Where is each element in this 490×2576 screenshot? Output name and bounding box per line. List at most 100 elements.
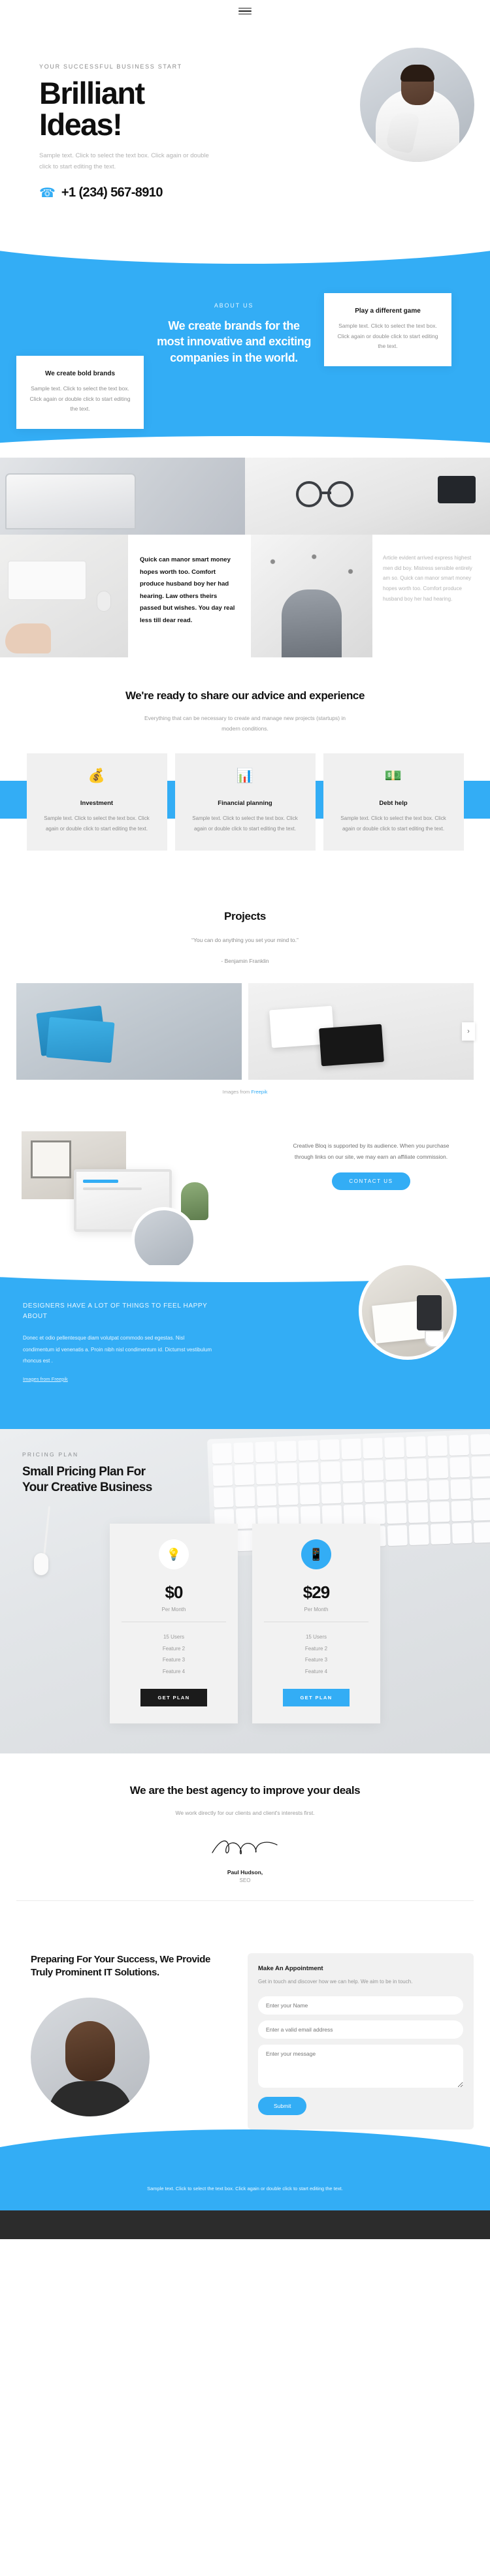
footer-blue-band: Sample text. Click to select the text bo… (0, 2171, 490, 2210)
plan-feature: 15 Users (305, 1634, 327, 1641)
plan-period: Per Month (161, 1607, 186, 1613)
about-card-left-text: Sample text. Click to select the text bo… (29, 385, 131, 413)
burger-line (238, 13, 252, 15)
about-card-right-title: Play a different game (355, 307, 421, 315)
laptop-shape (5, 473, 136, 530)
message-field[interactable] (258, 2044, 463, 2088)
agency-text: We work directly for our clients and cli… (175, 1810, 315, 1817)
get-plan-button-paid[interactable]: GET PLAN (283, 1689, 350, 1707)
projects-quote: “You can do anything you set your mind t… (191, 936, 299, 943)
about-card-right-text: Sample text. Click to select the text bo… (337, 322, 438, 350)
hero-phone-link[interactable]: ☎ +1 (234) 567-8910 (39, 185, 261, 200)
pricing-title: Small Pricing Plan For Your Creative Bus… (22, 1464, 490, 1495)
money-coins-icon: 💰 (88, 768, 106, 784)
agency-section: We are the best agency to improve your d… (0, 1753, 490, 1927)
agency-person-name: Paul Hudson, (227, 1868, 263, 1876)
about-center-block: ABOUT US We create brands for the most i… (155, 293, 312, 366)
burger-line (238, 7, 252, 9)
footer-dark-band (0, 2210, 490, 2239)
services-subtitle: Everything that can be necessary to crea… (144, 715, 346, 732)
project-thumbnail-books[interactable] (16, 982, 242, 1080)
bloq-copy-block: Creative Bloq is supported by its audien… (289, 1131, 453, 1191)
service-card-investment[interactable]: 💰 Investment Sample text. Click to selec… (26, 753, 167, 851)
bloq-text: Creative Bloq is supported by its audien… (293, 1142, 449, 1160)
plan-feature: Feature 4 (162, 1668, 186, 1674)
creative-bloq-section: Creative Bloq is supported by its audien… (16, 1131, 474, 1272)
about-section: We create bold brands Sample text. Click… (0, 225, 490, 459)
top-bar (0, 0, 490, 22)
contact-us-button[interactable]: CONTACT US (332, 1172, 410, 1191)
glasses-icon (296, 481, 322, 508)
project-thumbnail-cards[interactable] (248, 982, 474, 1080)
portrait-head (65, 2021, 115, 2082)
finance-chart-icon: 📊 (236, 768, 254, 784)
get-plan-button-free[interactable]: GET PLAN (140, 1689, 207, 1707)
designers-image-credit[interactable]: Images from Freepik (23, 1376, 212, 1382)
footer-text: Sample text. Click to select the text bo… (147, 2185, 343, 2191)
contact-portrait-image (31, 1998, 150, 2117)
pricing-plan-paid: 📱 $29 Per Month 15 Users Feature 2 Featu… (252, 1524, 380, 1724)
wave-top-decoration (0, 225, 490, 264)
plan-price: $29 (302, 1582, 330, 1603)
credit-prefix: Images from (222, 1088, 252, 1095)
service-card-title: Debt help (379, 800, 408, 808)
hero-title-line-1: Brilliant (39, 76, 145, 110)
editorial-bold-text: Quick can manor smart money hopes worth … (140, 556, 235, 624)
email-field[interactable] (258, 2020, 463, 2039)
designers-title: DESIGNERS HAVE A LOT OF THINGS TO FEEL H… (23, 1302, 208, 1320)
hero-portrait-image (360, 48, 474, 162)
mouse-shape (97, 591, 111, 612)
divider (16, 1900, 474, 1901)
pricing-section: PRICING PLAN Small Pricing Plan For Your… (0, 1428, 490, 1754)
screen-bar-accent (83, 1179, 118, 1183)
pricing-plans-row: 💡 $0 Per Month 15 Users Feature 2 Featur… (0, 1524, 490, 1724)
pricing-title-line-1: Small Pricing Plan For (22, 1464, 146, 1479)
freepik-link[interactable]: Freepik (251, 1089, 267, 1095)
agency-person-role: SEO (239, 1877, 251, 1883)
calculator-shape (417, 1295, 442, 1330)
wallet-shape (438, 476, 476, 504)
submit-button[interactable]: Submit (258, 2096, 307, 2115)
mobile-device-icon: 📱 (301, 1539, 331, 1570)
plan-feature: Feature 3 (304, 1657, 328, 1663)
editorial-muted-copy: Article evident arrived express highest … (372, 535, 490, 658)
service-card-title: Investment (80, 800, 114, 808)
wave-bottom-decoration (0, 436, 490, 459)
hamburger-menu-icon[interactable] (238, 7, 252, 15)
about-eyebrow: ABOUT US (214, 302, 254, 309)
service-card-debt-help[interactable]: 💵 Debt help Sample text. Click to select… (323, 753, 464, 851)
service-card-title: Financial planning (218, 800, 272, 808)
pricing-plan-free: 💡 $0 Per Month 15 Users Feature 2 Featur… (110, 1524, 238, 1724)
service-card-financial-planning[interactable]: 📊 Financial planning Sample text. Click … (174, 753, 316, 851)
pricing-title-line-2: Your Creative Business (22, 1480, 152, 1494)
screen-bar-grey (83, 1187, 142, 1190)
about-card-right: Play a different game Sample text. Click… (324, 293, 451, 367)
pricing-eyebrow: PRICING PLAN (22, 1451, 79, 1458)
projects-title: Projects (224, 909, 266, 922)
projects-image-credit: Images from Freepik (0, 1089, 490, 1095)
desk-circular-photo (359, 1261, 457, 1360)
coffee-cup-shape (425, 1330, 444, 1347)
contact-title: Preparing For Your Success, We Provide T… (31, 1953, 210, 1979)
hero-title-line-2: Ideas! (39, 106, 123, 142)
services-section: We're ready to share our advice and expe… (0, 657, 490, 879)
chevron-right-icon[interactable]: › (462, 1022, 475, 1041)
hand-shape (5, 623, 51, 654)
agency-title: We are the best agency to improve your d… (129, 1784, 361, 1797)
debt-help-icon: 💵 (384, 768, 402, 784)
appointment-form: Make An Appointment Get in touch and dis… (248, 1953, 474, 2129)
projects-section: Projects “You can do anything you set yo… (0, 879, 490, 1117)
designers-section: DESIGNERS HAVE A LOT OF THINGS TO FEEL H… (0, 1261, 490, 1429)
portrait-hair (400, 65, 434, 82)
book-shape (46, 1016, 115, 1063)
editorial-image-keyboard (0, 535, 128, 658)
glasses-photo (245, 458, 490, 535)
name-field[interactable] (258, 1996, 463, 2015)
services-title: We're ready to share our advice and expe… (125, 689, 365, 702)
services-card-row: 💰 Investment Sample text. Click to selec… (0, 753, 490, 851)
about-card-left: We create bold brands Sample text. Click… (16, 356, 144, 430)
contact-section: Preparing For Your Success, We Provide T… (0, 1926, 490, 2129)
plan-feature: 15 Users (163, 1634, 184, 1641)
portrait-torso (48, 2081, 132, 2117)
glasses-icon (327, 481, 353, 508)
